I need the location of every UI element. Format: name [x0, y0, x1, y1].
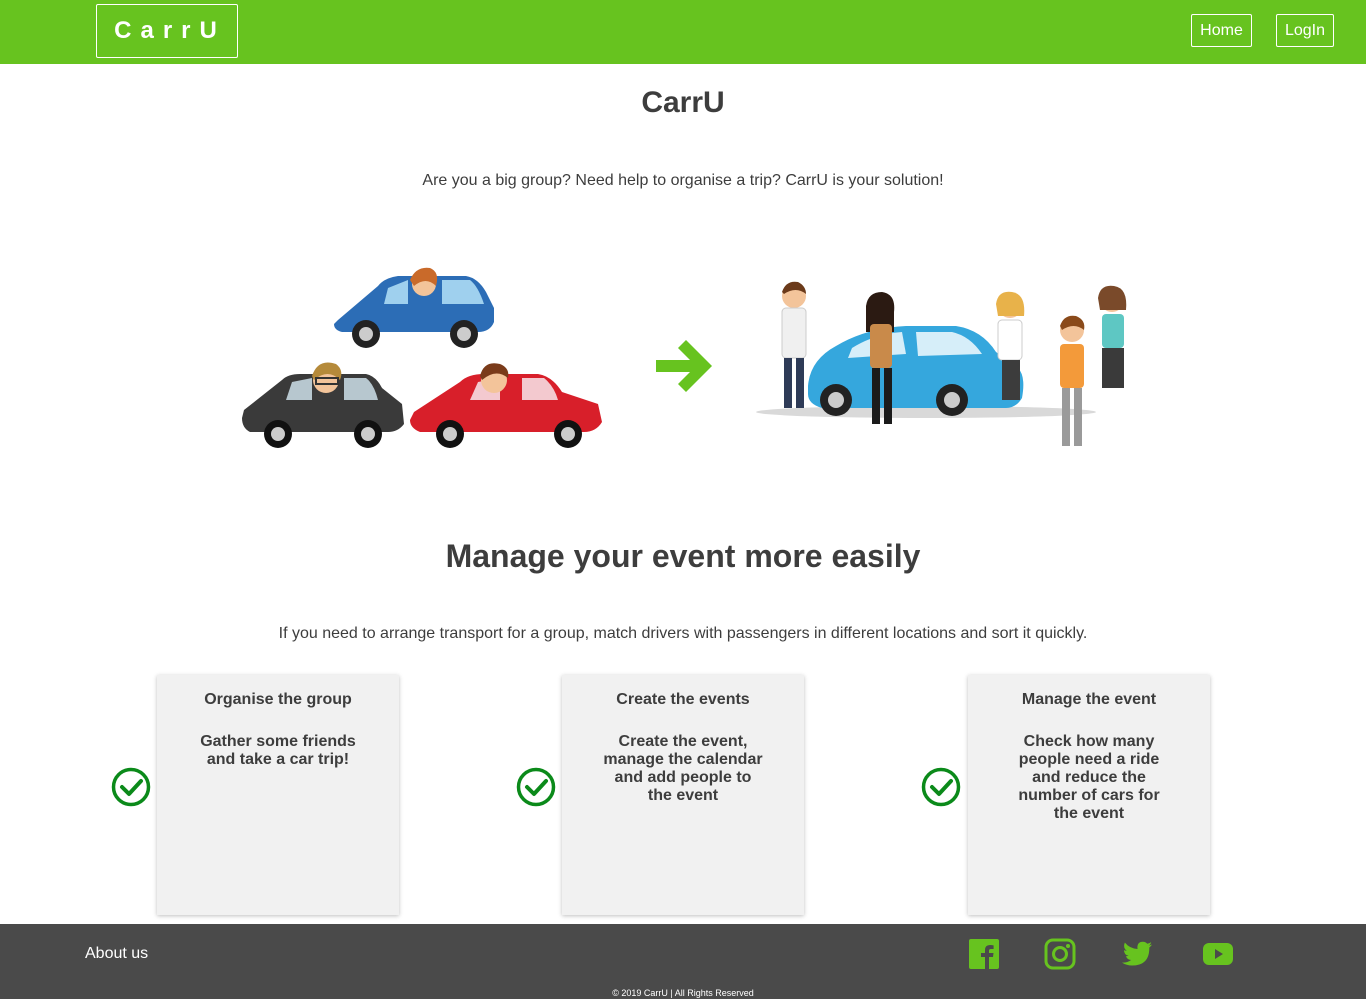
person-boy-orange — [1060, 315, 1085, 446]
footer: About us © 2019 CarrU | All Rights Reser… — [0, 924, 1366, 999]
group-with-car-illustration — [756, 281, 1127, 446]
about-us-link[interactable]: About us — [85, 945, 148, 963]
features-subtitle: If you need to arrange transport for a g… — [278, 625, 1088, 642]
check-circle-icon — [516, 767, 556, 807]
page-title: CarrU — [641, 86, 725, 119]
top-navbar: CarrU Home LogIn — [0, 0, 1366, 64]
red-car — [410, 363, 602, 448]
cars-illustration — [242, 267, 602, 448]
feature-card-manage: Manage the event Check how many people n… — [968, 675, 1210, 915]
person-man-left — [781, 281, 807, 408]
blue-car — [334, 267, 494, 348]
feature-card-organise: Organise the group Gather some friends a… — [157, 675, 399, 915]
youtube-icon[interactable] — [1202, 938, 1234, 970]
feature-card-text: Check how many people need a ride and re… — [1018, 733, 1160, 822]
feature-card-text: Create the event, manage the calendar an… — [603, 733, 763, 804]
check-circle-icon — [921, 767, 961, 807]
person-woman-right — [1098, 285, 1127, 388]
arrow-right-icon — [656, 340, 712, 392]
feature-card-text: Gather some friends and take a car trip! — [200, 733, 356, 768]
check-circle-icon — [111, 767, 151, 807]
feature-card-create: Create the events Create the event, mana… — [562, 675, 804, 915]
facebook-icon[interactable] — [968, 938, 1000, 970]
twitter-icon[interactable] — [1121, 938, 1153, 970]
instagram-icon[interactable] — [1044, 938, 1076, 970]
features-title: Manage your event more easily — [445, 538, 921, 574]
feature-card-title: Manage the event — [1021, 691, 1157, 708]
black-car — [242, 362, 404, 448]
feature-card-title: Organise the group — [204, 691, 352, 708]
blue-hatchback — [808, 326, 1024, 416]
hero-tagline: Are you a big group? Need help to organi… — [422, 172, 944, 189]
feature-card-title: Create the events — [616, 691, 750, 708]
nav-login-button[interactable]: LogIn — [1276, 14, 1334, 47]
nav-home-button[interactable]: Home — [1191, 14, 1252, 47]
copyright-text: © 2019 CarrU | All Rights Reserved — [612, 988, 754, 998]
brand-logo[interactable]: CarrU — [96, 4, 238, 58]
